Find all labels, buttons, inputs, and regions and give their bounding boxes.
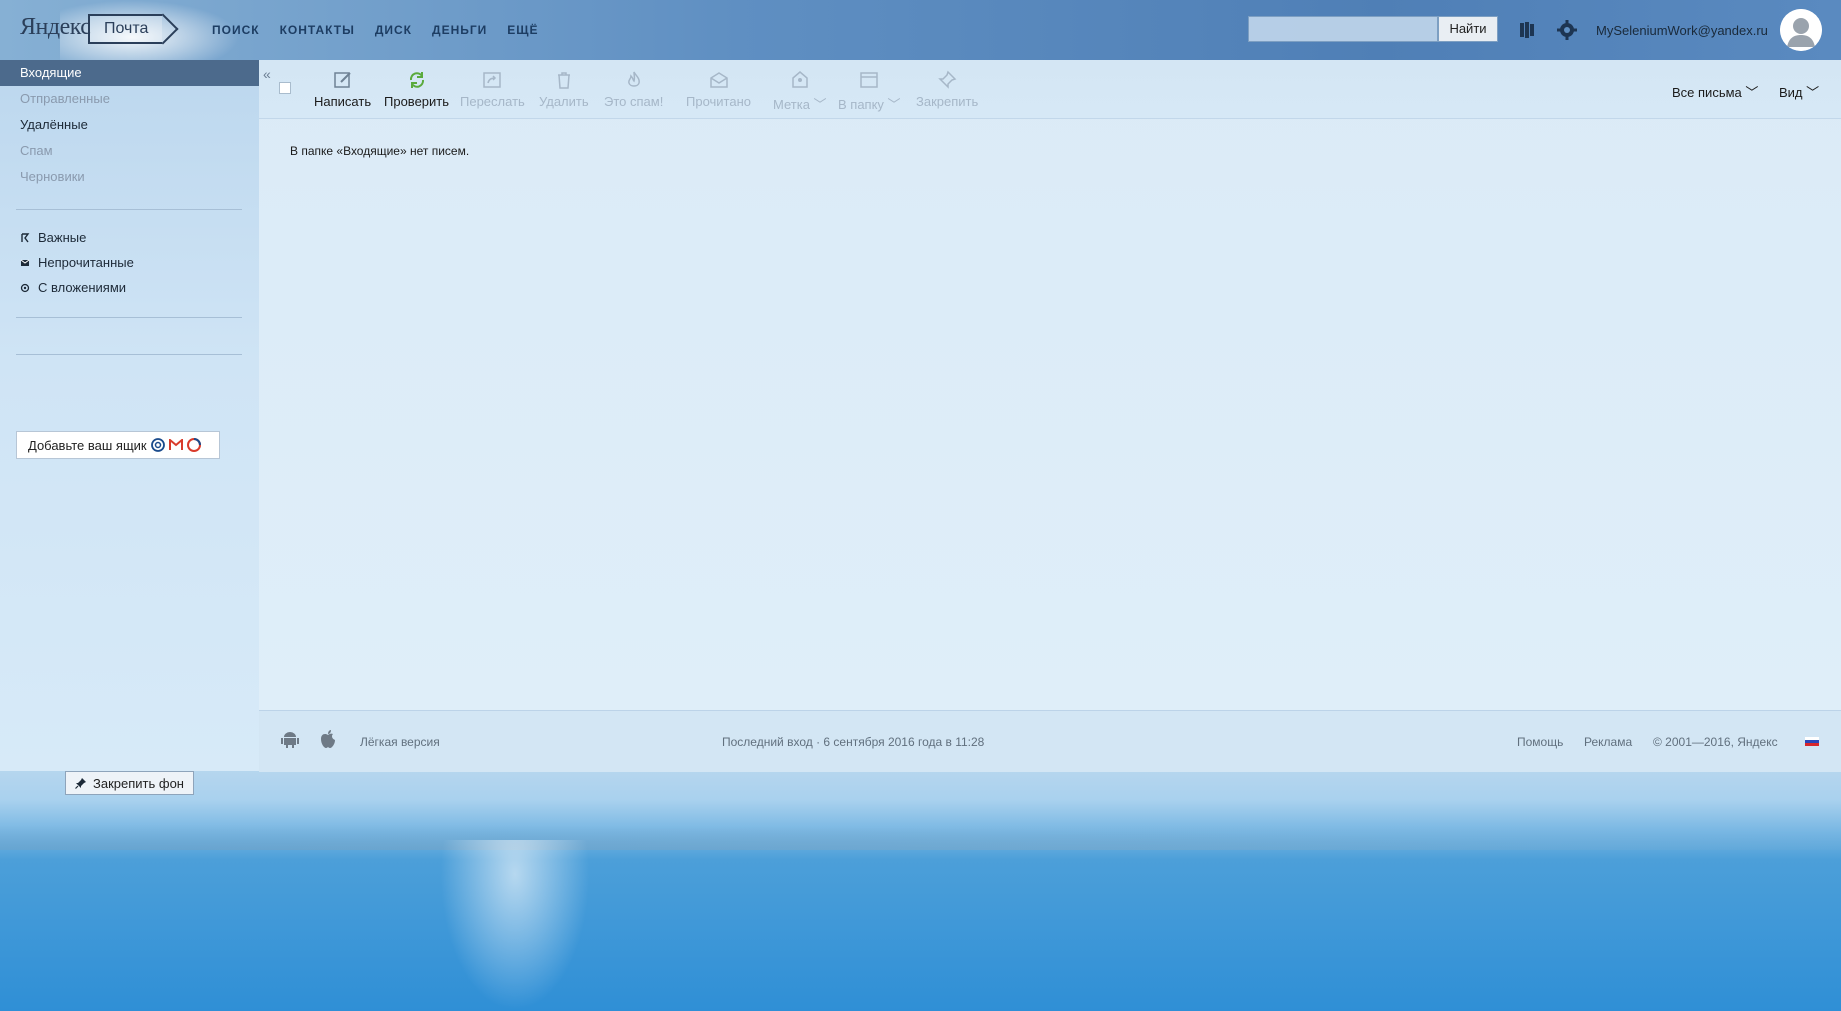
top-header: Яндекс Почта ПОИСК КОНТАКТЫ ДИСК ДЕНЬГИ … <box>0 0 1841 62</box>
help-link[interactable]: Помощь <box>1517 735 1563 749</box>
android-icon[interactable] <box>281 731 299 749</box>
spam-label: Это спам! <box>604 94 664 109</box>
forward-label: Переслать <box>460 94 525 109</box>
yandex-logo[interactable]: Яндекс <box>20 14 91 41</box>
folder-spam[interactable]: Спам <box>0 138 259 164</box>
apple-icon[interactable] <box>319 729 337 749</box>
tag-icon <box>792 71 808 88</box>
filter-important[interactable]: Важные <box>20 227 86 249</box>
search-input[interactable] <box>1248 16 1438 42</box>
folder-icon <box>860 72 879 88</box>
forward-icon <box>483 72 502 88</box>
rambler-icon <box>186 438 201 452</box>
nav-more[interactable]: ЕЩЁ <box>507 23 538 37</box>
unread-envelope-icon <box>20 259 30 266</box>
all-letters-label: Все письма <box>1672 85 1742 100</box>
folder-deleted[interactable]: Удалённые <box>0 112 259 138</box>
themes-icon[interactable] <box>1518 21 1536 39</box>
mail-logo[interactable]: Почта <box>88 14 162 44</box>
select-all-checkbox[interactable] <box>279 82 291 94</box>
sidebar-divider <box>16 354 242 355</box>
folder-drafts[interactable]: Черновики <box>0 164 259 190</box>
check-mail-button[interactable]: Проверить <box>384 70 449 109</box>
background-sun-reflection-decoration <box>440 840 590 1011</box>
delete-label: Удалить <box>539 94 589 109</box>
russian-flag-icon[interactable] <box>1805 737 1819 746</box>
delete-button[interactable]: Удалить <box>539 70 589 109</box>
background-mountains-decoration <box>0 820 1841 850</box>
fire-icon <box>627 71 640 87</box>
sidebar: Входящие Отправленные Удалённые Спам Чер… <box>0 60 259 795</box>
light-version-link[interactable]: Лёгкая версия <box>360 735 440 749</box>
service-nav: ПОИСК КОНТАКТЫ ДИСК ДЕНЬГИ ЕЩЁ <box>212 23 539 37</box>
collapse-sidebar-icon[interactable]: « <box>263 66 271 82</box>
search-button[interactable]: Найти <box>1438 16 1498 42</box>
pin-icon <box>75 778 86 789</box>
view-label: Вид <box>1779 85 1803 100</box>
user-avatar[interactable] <box>1780 9 1822 51</box>
all-letters-dropdown[interactable]: Все письма ﹀ <box>1672 82 1758 101</box>
filter-attachments-label: С вложениями <box>38 280 127 295</box>
move-to-folder-dropdown[interactable]: В папку ﹀ <box>838 70 901 113</box>
user-email[interactable]: MySeleniumWork@yandex.ru <box>1596 23 1768 38</box>
mark-read-label: Прочитано <box>686 94 751 109</box>
filter-unread[interactable]: Непрочитанные <box>20 252 134 274</box>
spam-button[interactable]: Это спам! <box>604 70 663 109</box>
sidebar-divider <box>16 317 242 318</box>
forward-button[interactable]: Переслать <box>460 70 525 109</box>
pin-background-label: Закрепить фон <box>93 775 184 791</box>
empty-folder-message: В папке «Входящие» нет писем. <box>290 144 470 158</box>
folder-sent[interactable]: Отправленные <box>0 86 259 112</box>
filter-attachments[interactable]: С вложениями <box>20 277 126 299</box>
pin-background-button[interactable]: Закрепить фон <box>65 771 194 795</box>
nav-money[interactable]: ДЕНЬГИ <box>432 23 487 37</box>
folder-inbox[interactable]: Входящие <box>0 60 259 86</box>
pin-message-label: Закрепить <box>916 94 979 109</box>
label-dropdown-label: Метка ﹀ <box>773 97 827 112</box>
sidebar-divider <box>16 209 242 210</box>
mark-read-button[interactable]: Прочитано <box>686 70 751 109</box>
paperclip-icon <box>20 283 30 293</box>
chevron-down-icon: ﹀ <box>1806 85 1820 100</box>
message-toolbar: « Написать Проверить Переслать Удалить Э… <box>259 60 1841 119</box>
main-panel: « Написать Проверить Переслать Удалить Э… <box>259 60 1841 710</box>
copyright: © 2001—2016, Яндекс <box>1653 735 1778 749</box>
label-dropdown[interactable]: Метка ﹀ <box>773 70 827 113</box>
nav-disk[interactable]: ДИСК <box>375 23 412 37</box>
nav-search[interactable]: ПОИСК <box>212 23 260 37</box>
compose-icon <box>333 72 351 88</box>
ads-link[interactable]: Реклама <box>1584 735 1632 749</box>
move-to-folder-label: В папку ﹀ <box>838 97 901 112</box>
user-silhouette-icon <box>1780 9 1822 51</box>
open-envelope-icon <box>709 72 728 88</box>
compose-button[interactable]: Написать <box>314 70 371 109</box>
mailru-icon <box>150 438 165 452</box>
trash-icon <box>557 72 570 89</box>
view-dropdown[interactable]: Вид ﹀ <box>1779 82 1819 101</box>
refresh-icon <box>409 72 424 88</box>
filter-important-label: Важные <box>38 230 87 245</box>
add-mailbox-button[interactable]: Добавьте ваш ящик <box>16 431 220 459</box>
filter-unread-label: Непрочитанные <box>38 255 134 270</box>
pin-message-button[interactable]: Закрепить <box>916 70 978 109</box>
gmail-icon <box>168 439 183 450</box>
settings-gear-icon[interactable] <box>1556 19 1578 41</box>
nav-contacts[interactable]: КОНТАКТЫ <box>280 23 355 37</box>
pin-icon <box>938 70 957 89</box>
footer: Лёгкая версия Последний вход · 6 сентябр… <box>259 710 1841 772</box>
last-login-info: Последний вход · 6 сентября 2016 года в … <box>722 735 985 749</box>
add-mailbox-label: Добавьте ваш ящик <box>28 437 147 453</box>
check-mail-label: Проверить <box>384 94 450 109</box>
chevron-down-icon: ﹀ <box>1745 85 1759 100</box>
important-flag-icon <box>21 233 30 243</box>
compose-label: Написать <box>314 94 372 109</box>
